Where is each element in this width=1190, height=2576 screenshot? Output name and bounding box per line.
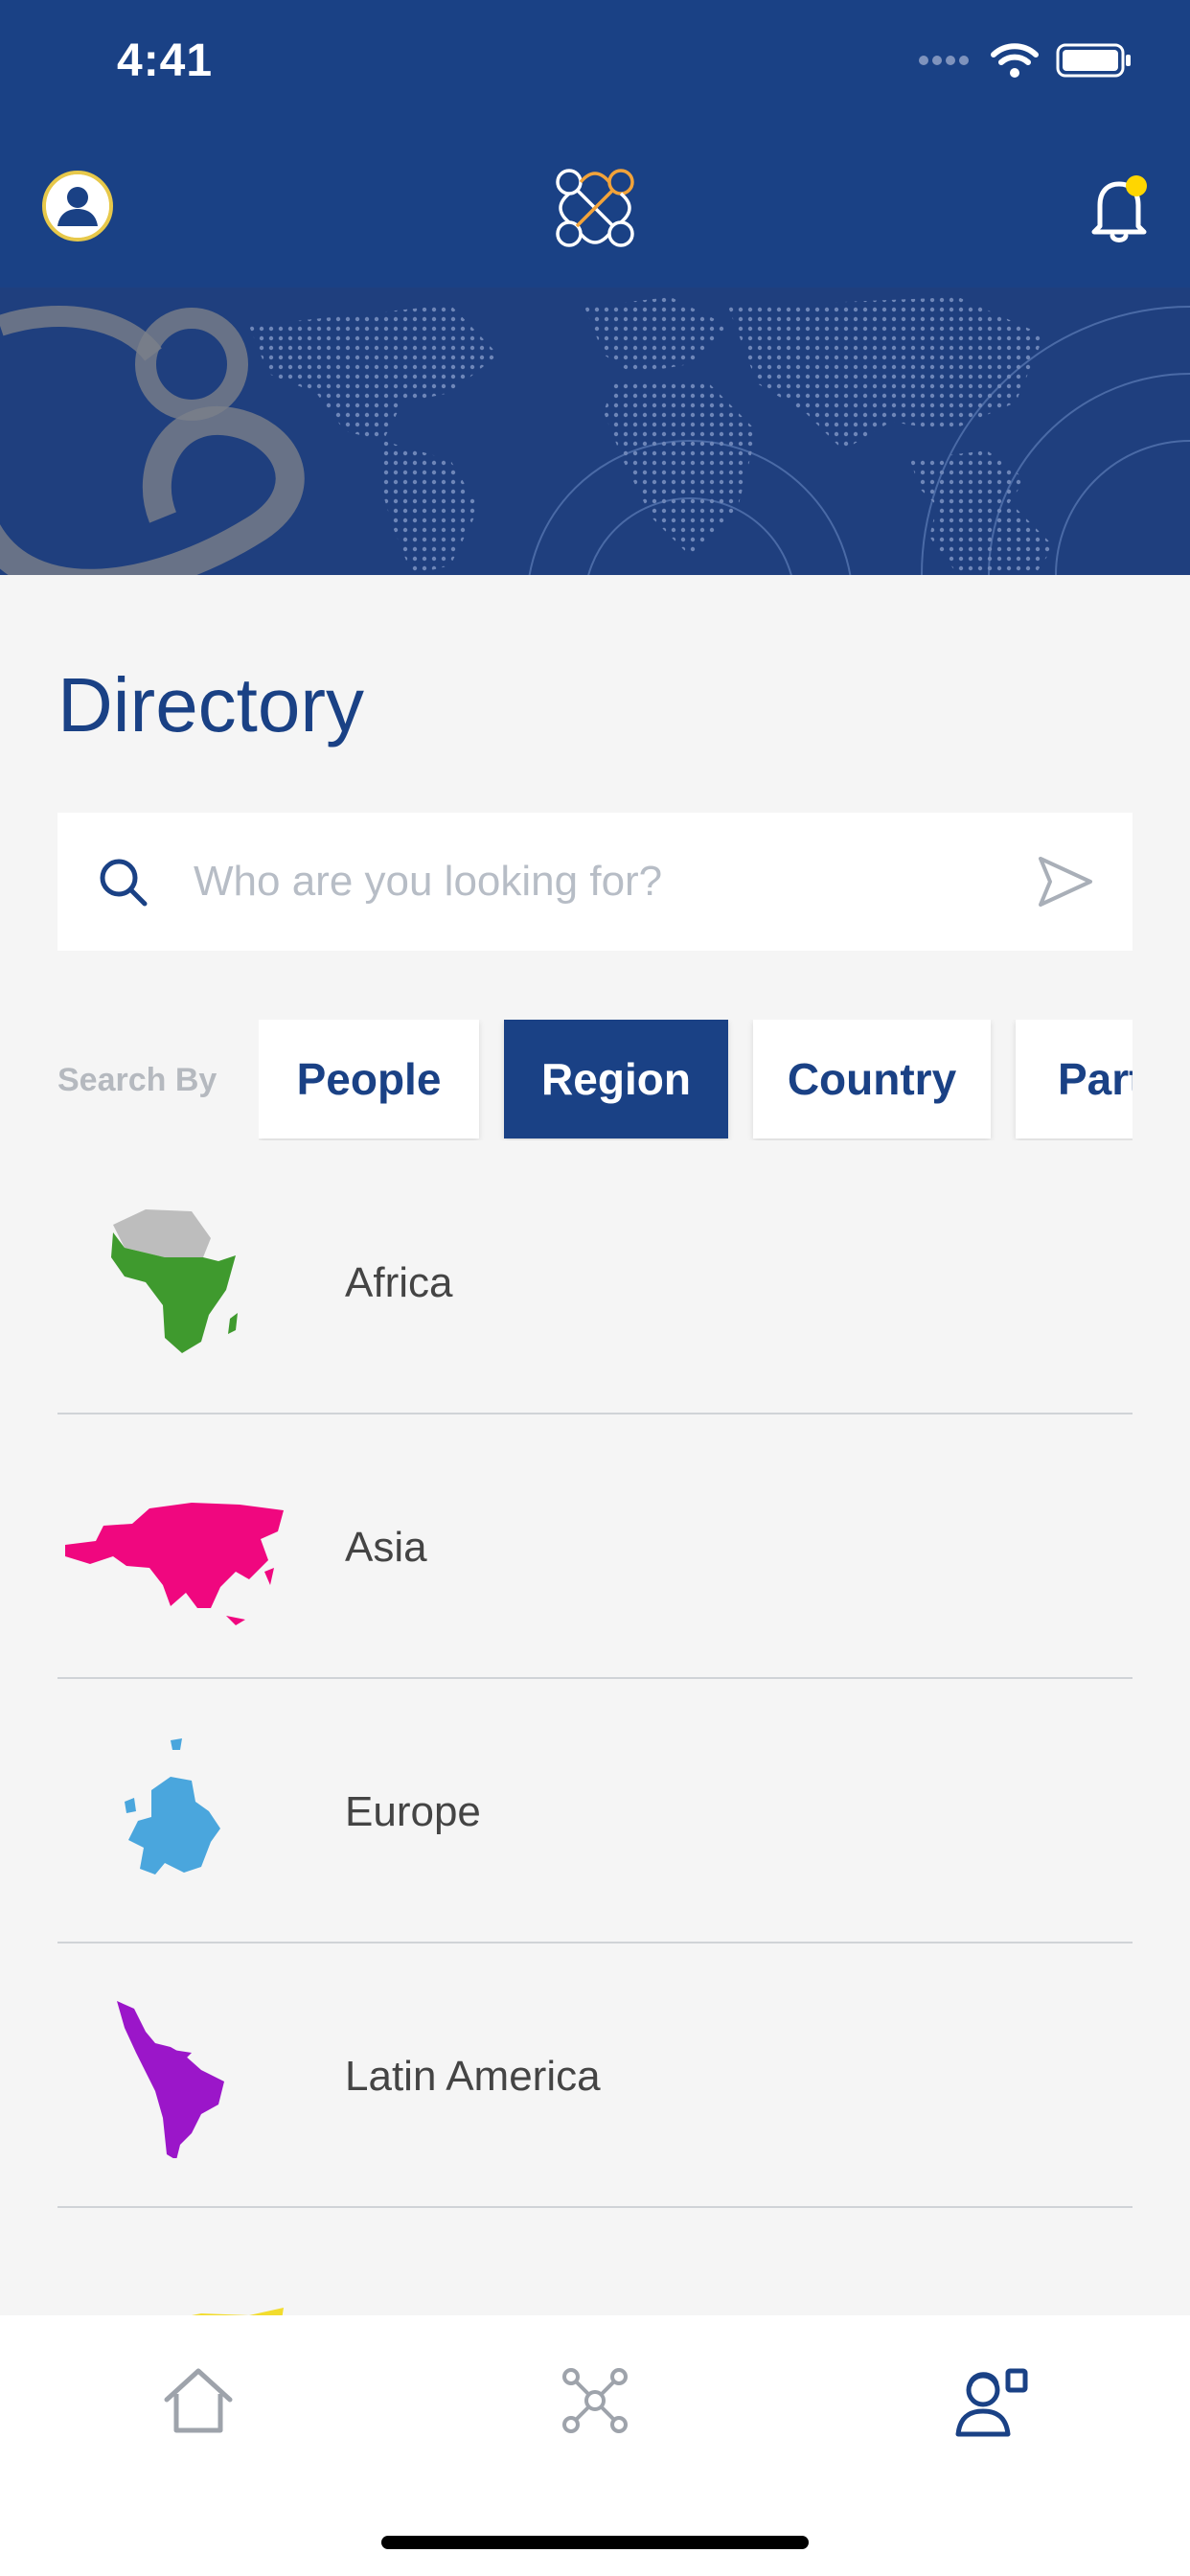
region-name: Africa bbox=[345, 1259, 453, 1306]
filter-chip-country[interactable]: Country bbox=[753, 1020, 991, 1138]
status-time: 4:41 bbox=[117, 35, 214, 86]
wifi-icon bbox=[991, 43, 1039, 78]
region-item-africa[interactable]: Africa bbox=[57, 1150, 1133, 1414]
region-item-latin-america[interactable]: Latin America bbox=[57, 1944, 1133, 2208]
directory-person-icon[interactable] bbox=[949, 2358, 1035, 2444]
status-icons bbox=[918, 42, 1133, 79]
header-bar bbox=[0, 134, 1190, 288]
network-icon[interactable] bbox=[552, 2358, 638, 2444]
asia-map-icon bbox=[65, 1503, 284, 1625]
network-loops-logo bbox=[556, 169, 634, 247]
region-item-asia[interactable]: Asia bbox=[57, 1414, 1133, 1679]
filter-chip-people[interactable]: People bbox=[259, 1020, 479, 1138]
region-list: Africa Asia Europe Latin America bbox=[57, 1150, 1133, 2472]
profile-button[interactable] bbox=[42, 171, 113, 242]
filter-chip-partner[interactable]: Partner bbox=[1016, 1020, 1133, 1138]
battery-icon bbox=[1056, 43, 1131, 78]
home-indicator bbox=[381, 2536, 809, 2549]
region-name: Europe bbox=[345, 1788, 481, 1835]
bell-icon[interactable] bbox=[1087, 172, 1152, 245]
search-input[interactable] bbox=[194, 847, 1018, 916]
person-icon bbox=[46, 174, 109, 238]
europe-map-icon bbox=[125, 1738, 220, 1874]
region-name: Latin America bbox=[345, 2053, 601, 2100]
region-name: Asia bbox=[345, 1524, 427, 1571]
filter-chips: People Region Country Partner bbox=[259, 1020, 1133, 1140]
search-icon bbox=[100, 859, 148, 907]
africa-map-icon bbox=[111, 1209, 238, 1353]
page-title: Directory bbox=[57, 662, 365, 748]
world-map-graphic bbox=[0, 297, 1190, 575]
home-icon[interactable] bbox=[155, 2358, 241, 2444]
notification-dot bbox=[1126, 175, 1147, 196]
search-by-label: Search By bbox=[57, 1062, 217, 1098]
signal-icon bbox=[919, 56, 969, 65]
send-icon[interactable] bbox=[1037, 853, 1094, 910]
latin-america-map-icon bbox=[117, 2001, 224, 2158]
filter-chip-region[interactable]: Region bbox=[504, 1020, 728, 1138]
region-item-europe[interactable]: Europe bbox=[57, 1679, 1133, 1944]
world-map-banner bbox=[0, 288, 1190, 575]
status-bar: 4:41 bbox=[0, 0, 1190, 134]
search-bar bbox=[57, 813, 1133, 951]
